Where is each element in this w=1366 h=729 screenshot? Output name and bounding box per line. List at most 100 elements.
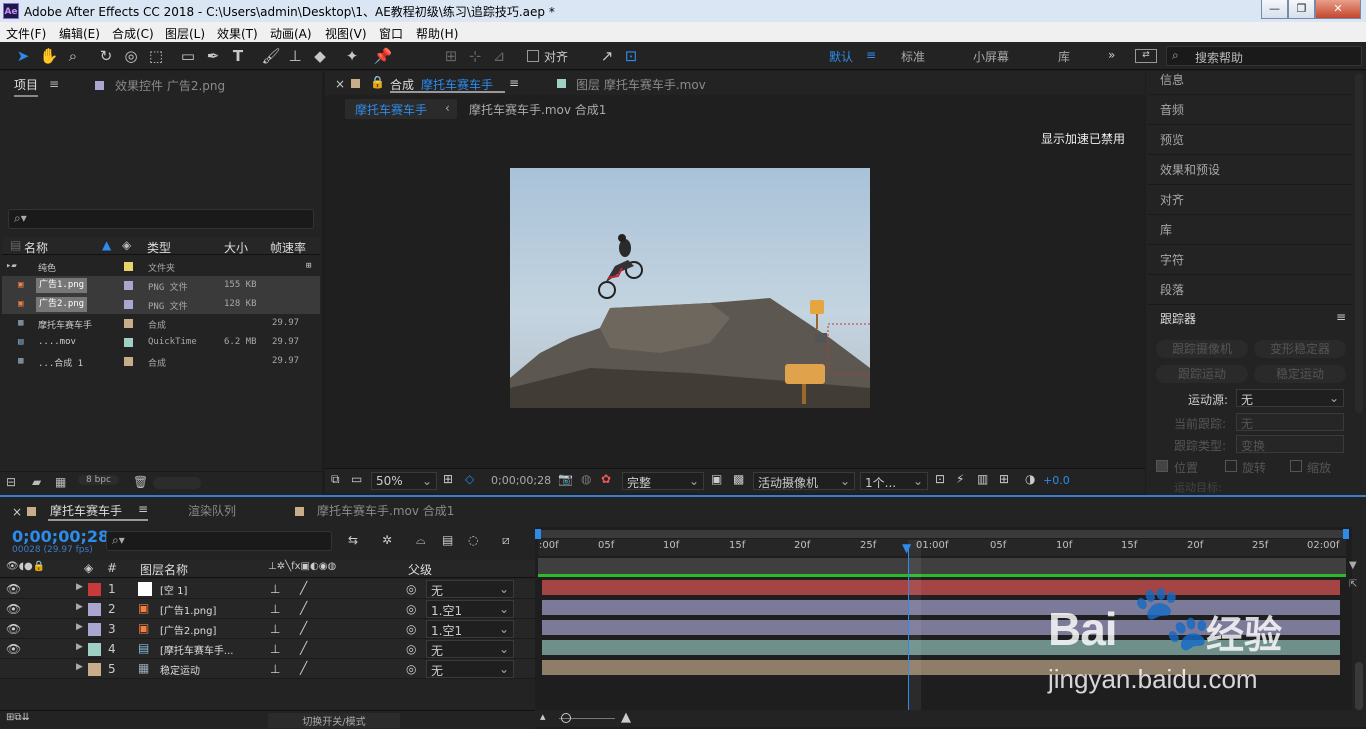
- panel-info[interactable]: 信息: [1148, 65, 1352, 95]
- label-swatch[interactable]: [124, 262, 133, 271]
- close-button[interactable]: ✕: [1315, 0, 1361, 19]
- track-type-dropdown[interactable]: 变换: [1236, 435, 1344, 453]
- visibility-eye-icon[interactable]: 👁: [6, 642, 21, 656]
- timeline-menu-icon[interactable]: ≡: [138, 502, 148, 516]
- mask-visibility-icon[interactable]: ◇: [465, 472, 474, 486]
- project-row[interactable]: ▣ 广告2.png PNG 文件 128 KB: [2, 295, 320, 314]
- label-swatch[interactable]: [124, 357, 133, 366]
- visibility-eye-icon[interactable]: 👁: [6, 622, 21, 636]
- panel-paragraph[interactable]: 段落: [1148, 275, 1352, 305]
- comp-button-icon[interactable]: ▼: [1349, 560, 1357, 571]
- stabilize-motion-button[interactable]: 稳定运动: [1254, 365, 1346, 383]
- always-preview-icon[interactable]: ⧉: [331, 472, 340, 487]
- layer-row-3[interactable]: 👁 ▶ 3 ▣ [广告2.png] ⊥ ╱ ◎ 1.空1 ⌄: [0, 619, 535, 639]
- parent-dropdown[interactable]: 无 ⌄: [426, 660, 514, 678]
- zoom-in-icon[interactable]: ▲: [621, 710, 631, 725]
- snap-target-icon[interactable]: ⊡: [620, 46, 642, 66]
- help-search-box[interactable]: ⌕ 搜索帮助: [1166, 46, 1362, 66]
- project-row[interactable]: ▣ 广告1.png PNG 文件 155 KB: [2, 276, 320, 295]
- close-tab-icon[interactable]: ×: [12, 505, 22, 519]
- region-of-interest-icon[interactable]: ▣: [711, 472, 722, 486]
- column-layer-name[interactable]: 图层名称: [140, 561, 188, 578]
- scale-checkbox[interactable]: [1290, 460, 1302, 472]
- motion-source-dropdown[interactable]: 无 ⌄: [1236, 389, 1344, 407]
- type-tool-icon[interactable]: T: [227, 46, 249, 66]
- view-axis-icon[interactable]: ⊿: [488, 46, 510, 66]
- label-swatch[interactable]: [124, 281, 133, 290]
- lock-icon[interactable]: 🔒: [370, 75, 385, 89]
- menu-composition[interactable]: 合成(C): [112, 25, 154, 42]
- new-folder-icon[interactable]: ▰: [32, 475, 41, 489]
- position-checkbox[interactable]: [1156, 460, 1168, 472]
- rotation-checkbox[interactable]: [1225, 460, 1237, 472]
- shy-switch-icon[interactable]: ⊥: [270, 602, 280, 616]
- quality-switch-icon[interactable]: ╱: [300, 641, 307, 655]
- panel-preview[interactable]: 预览: [1148, 125, 1352, 155]
- menu-file[interactable]: 文件(F): [6, 25, 46, 42]
- shy-switch-icon[interactable]: ⊥: [270, 582, 280, 596]
- layer-label-color[interactable]: [88, 643, 101, 656]
- fast-previews-icon[interactable]: ⚡: [956, 472, 964, 486]
- panel-align[interactable]: 对齐: [1148, 185, 1352, 215]
- work-area-navigator[interactable]: [538, 530, 1346, 538]
- shy-switch-icon[interactable]: ⊥: [270, 642, 280, 656]
- camera-dropdown[interactable]: 活动摄像机 ⌄: [753, 472, 855, 490]
- tab-layer-viewer[interactable]: 图层 摩托车赛车手.mov: [576, 76, 706, 93]
- timeline-scrollbar[interactable]: [1355, 662, 1363, 710]
- tab-render-queue[interactable]: 渲染队列: [188, 502, 236, 519]
- shy-layers-icon[interactable]: ⌓: [416, 533, 426, 548]
- snapshot-icon[interactable]: 📷: [558, 472, 573, 486]
- orbit-camera-icon[interactable]: ◎: [120, 46, 142, 66]
- menu-window[interactable]: 窗口: [379, 25, 403, 42]
- flowchart-icon[interactable]: ⊞: [999, 472, 1009, 486]
- world-axis-icon[interactable]: ⊹: [464, 46, 486, 66]
- breadcrumb-next[interactable]: 摩托车赛车手.mov 合成1: [469, 101, 606, 118]
- layer-label-color[interactable]: [88, 623, 101, 636]
- menu-help[interactable]: 帮助(H): [416, 25, 458, 42]
- layer-name[interactable]: 稳定运动: [160, 662, 200, 677]
- local-axis-icon[interactable]: ⊞: [440, 46, 462, 66]
- minimize-button[interactable]: —: [1261, 0, 1288, 19]
- layer-name[interactable]: [广告1.png]: [160, 602, 216, 617]
- menu-edit[interactable]: 编辑(E): [59, 25, 100, 42]
- quality-switch-icon[interactable]: ╱: [300, 661, 307, 675]
- motion-blur-icon[interactable]: ◌: [468, 533, 478, 547]
- current-time-display[interactable]: 0;00;00;28: [491, 474, 551, 487]
- new-comp-icon[interactable]: ▦: [55, 475, 66, 489]
- visibility-eye-icon[interactable]: 👁: [6, 582, 21, 596]
- parent-dropdown[interactable]: 1.空1 ⌄: [426, 600, 514, 618]
- zoom-tool-icon[interactable]: ⌕: [62, 46, 84, 66]
- workspace-default[interactable]: 默认: [829, 48, 853, 65]
- comp-mini-flowchart-icon[interactable]: ⇆: [348, 533, 358, 547]
- eraser-tool-icon[interactable]: ◆: [309, 46, 331, 66]
- layer-label-color[interactable]: [88, 603, 101, 616]
- timeline-timecode[interactable]: 0;00;00;28: [12, 527, 109, 546]
- column-name[interactable]: 名称: [24, 239, 48, 256]
- tab-timeline-comp[interactable]: 摩托车赛车手: [50, 502, 122, 519]
- workspace-library[interactable]: 库: [1058, 48, 1070, 65]
- project-row[interactable]: ▦ 摩托车赛车手 合成 29.97: [2, 314, 320, 333]
- views-dropdown[interactable]: 1个... ⌄: [860, 472, 928, 490]
- expand-arrow-icon[interactable]: ▶: [76, 622, 83, 632]
- expand-arrow-icon[interactable]: ▶: [76, 602, 83, 612]
- tab-other-comp[interactable]: 摩托车赛车手.mov 合成1: [317, 502, 454, 519]
- playhead-line[interactable]: [908, 545, 909, 710]
- work-area-bar[interactable]: [538, 558, 1346, 574]
- tab-project[interactable]: 项目: [14, 76, 39, 97]
- sync-settings-icon[interactable]: ⇄: [1135, 49, 1157, 63]
- label-swatch[interactable]: [124, 338, 133, 347]
- column-parent[interactable]: 父级: [408, 561, 432, 578]
- toggle-pixel-aspect-icon[interactable]: ⊡: [935, 472, 945, 486]
- track-motion-button[interactable]: 跟踪运动: [1156, 365, 1248, 383]
- selection-tool-icon[interactable]: ➤: [12, 46, 34, 66]
- reset-exposure-icon[interactable]: ◑: [1025, 472, 1035, 486]
- project-row[interactable]: ▤ ....mov QuickTime 6.2 MB 29.97: [2, 333, 320, 352]
- timeline-icon[interactable]: ▥: [977, 472, 988, 486]
- layer-row-2[interactable]: 👁 ▶ 2 ▣ [广告1.png] ⊥ ╱ ◎ 1.空1 ⌄: [0, 599, 535, 619]
- project-row[interactable]: ▦ ...合成 1 合成 29.97: [2, 352, 320, 371]
- interpret-footage-icon[interactable]: ⊟: [6, 475, 16, 489]
- warp-stabilizer-button[interactable]: 变形稳定器: [1254, 340, 1346, 358]
- pick-whip-icon[interactable]: ◎: [406, 642, 416, 656]
- more-workspaces-icon[interactable]: »: [1108, 48, 1115, 62]
- transparency-grid-icon[interactable]: ▩: [733, 472, 744, 486]
